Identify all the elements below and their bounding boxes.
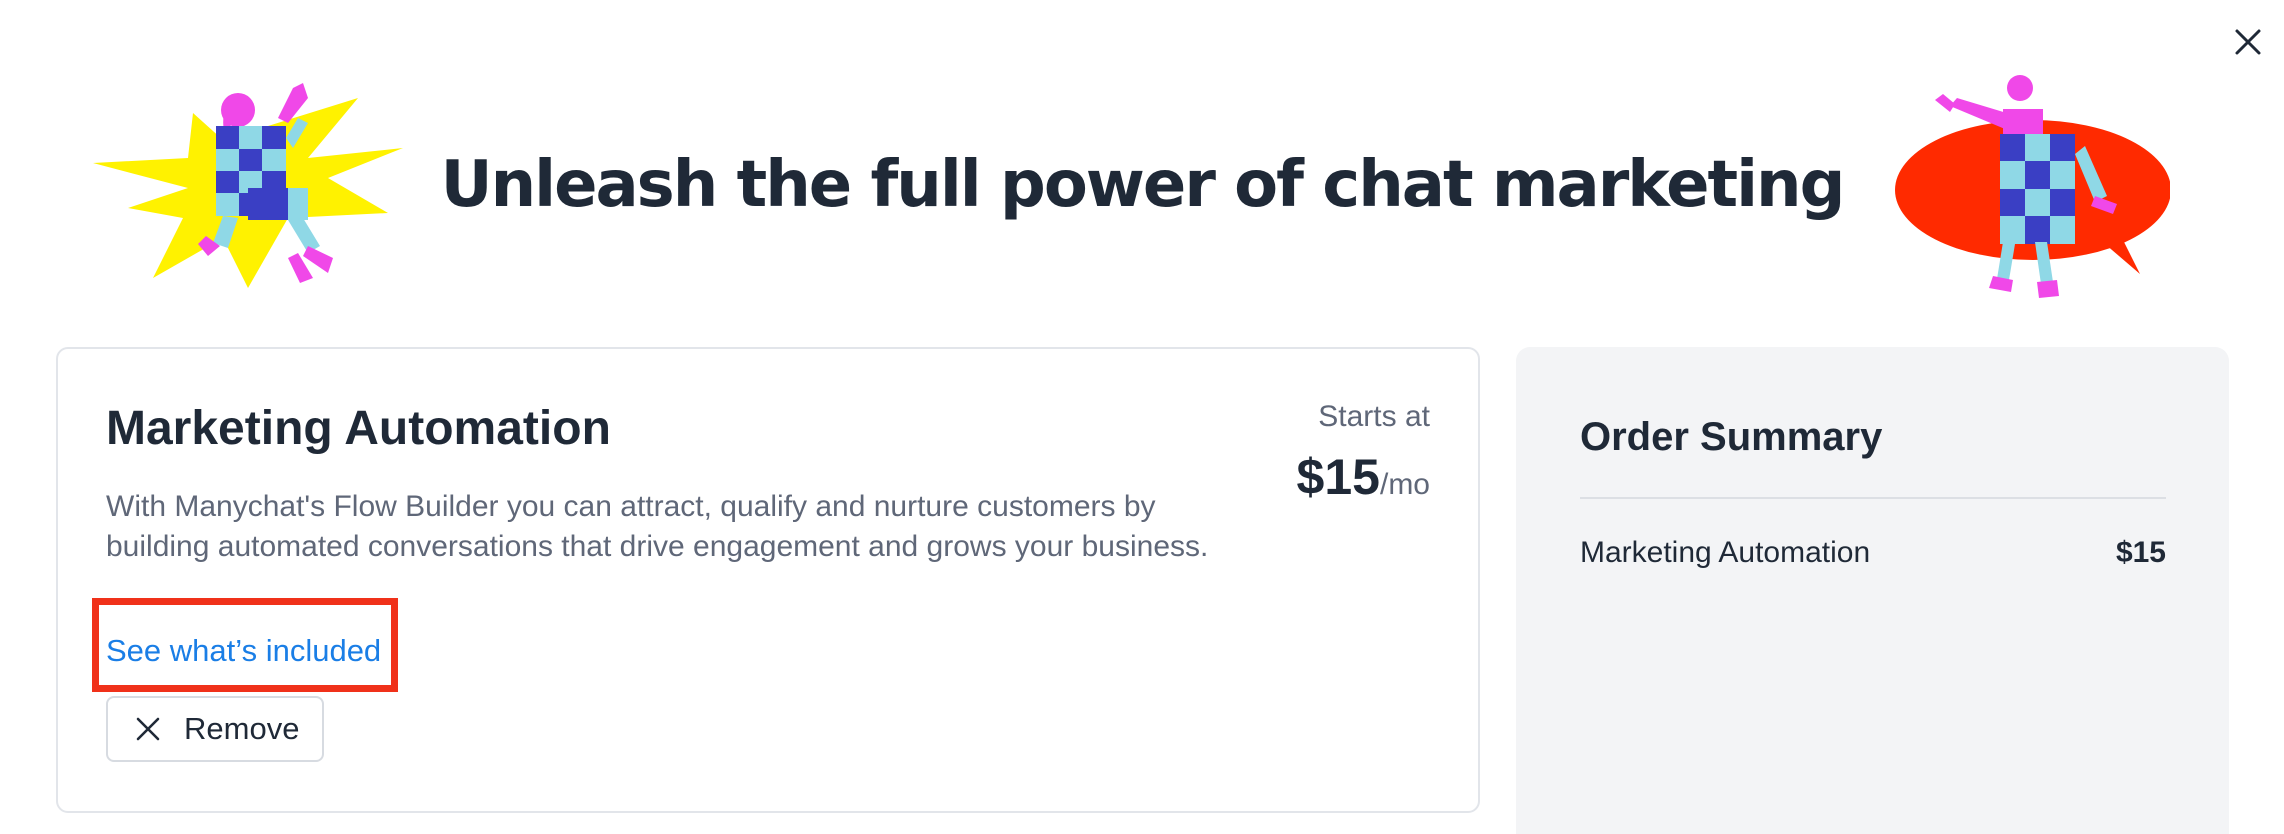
- speech-bubble-person-illustration: [1895, 75, 2170, 298]
- order-summary-line-item: Marketing Automation $15: [1580, 533, 2166, 573]
- upgrade-modal: Unleash the full power of chat marketing…: [0, 0, 2284, 834]
- divider: [1580, 497, 2166, 499]
- line-item-price: $15: [2115, 536, 2166, 569]
- price-unit: /mo: [1379, 468, 1430, 501]
- order-summary-title: Order Summary: [1580, 415, 1883, 459]
- remove-button[interactable]: Remove: [106, 696, 324, 762]
- price-amount: $15: [1296, 449, 1380, 505]
- remove-button-label: Remove: [184, 711, 300, 746]
- see-whats-included-link[interactable]: See what’s included: [106, 631, 381, 671]
- close-icon: [136, 717, 160, 741]
- price: $15/mo: [1297, 449, 1430, 518]
- product-card: Marketing Automation With Manychat's Flo…: [56, 347, 1480, 813]
- starts-at-label: Starts at: [1318, 400, 1430, 433]
- product-description: With Manychat's Flow Builder you can att…: [106, 490, 1209, 563]
- line-item-name: Marketing Automation: [1580, 536, 1871, 569]
- price-block: Starts at $15/mo: [1297, 397, 1430, 518]
- order-summary-panel: Order Summary Marketing Automation $15: [1516, 347, 2229, 834]
- close-icon: [2235, 29, 2261, 55]
- close-button[interactable]: [2228, 22, 2268, 62]
- product-title: Marketing Automation: [106, 402, 611, 455]
